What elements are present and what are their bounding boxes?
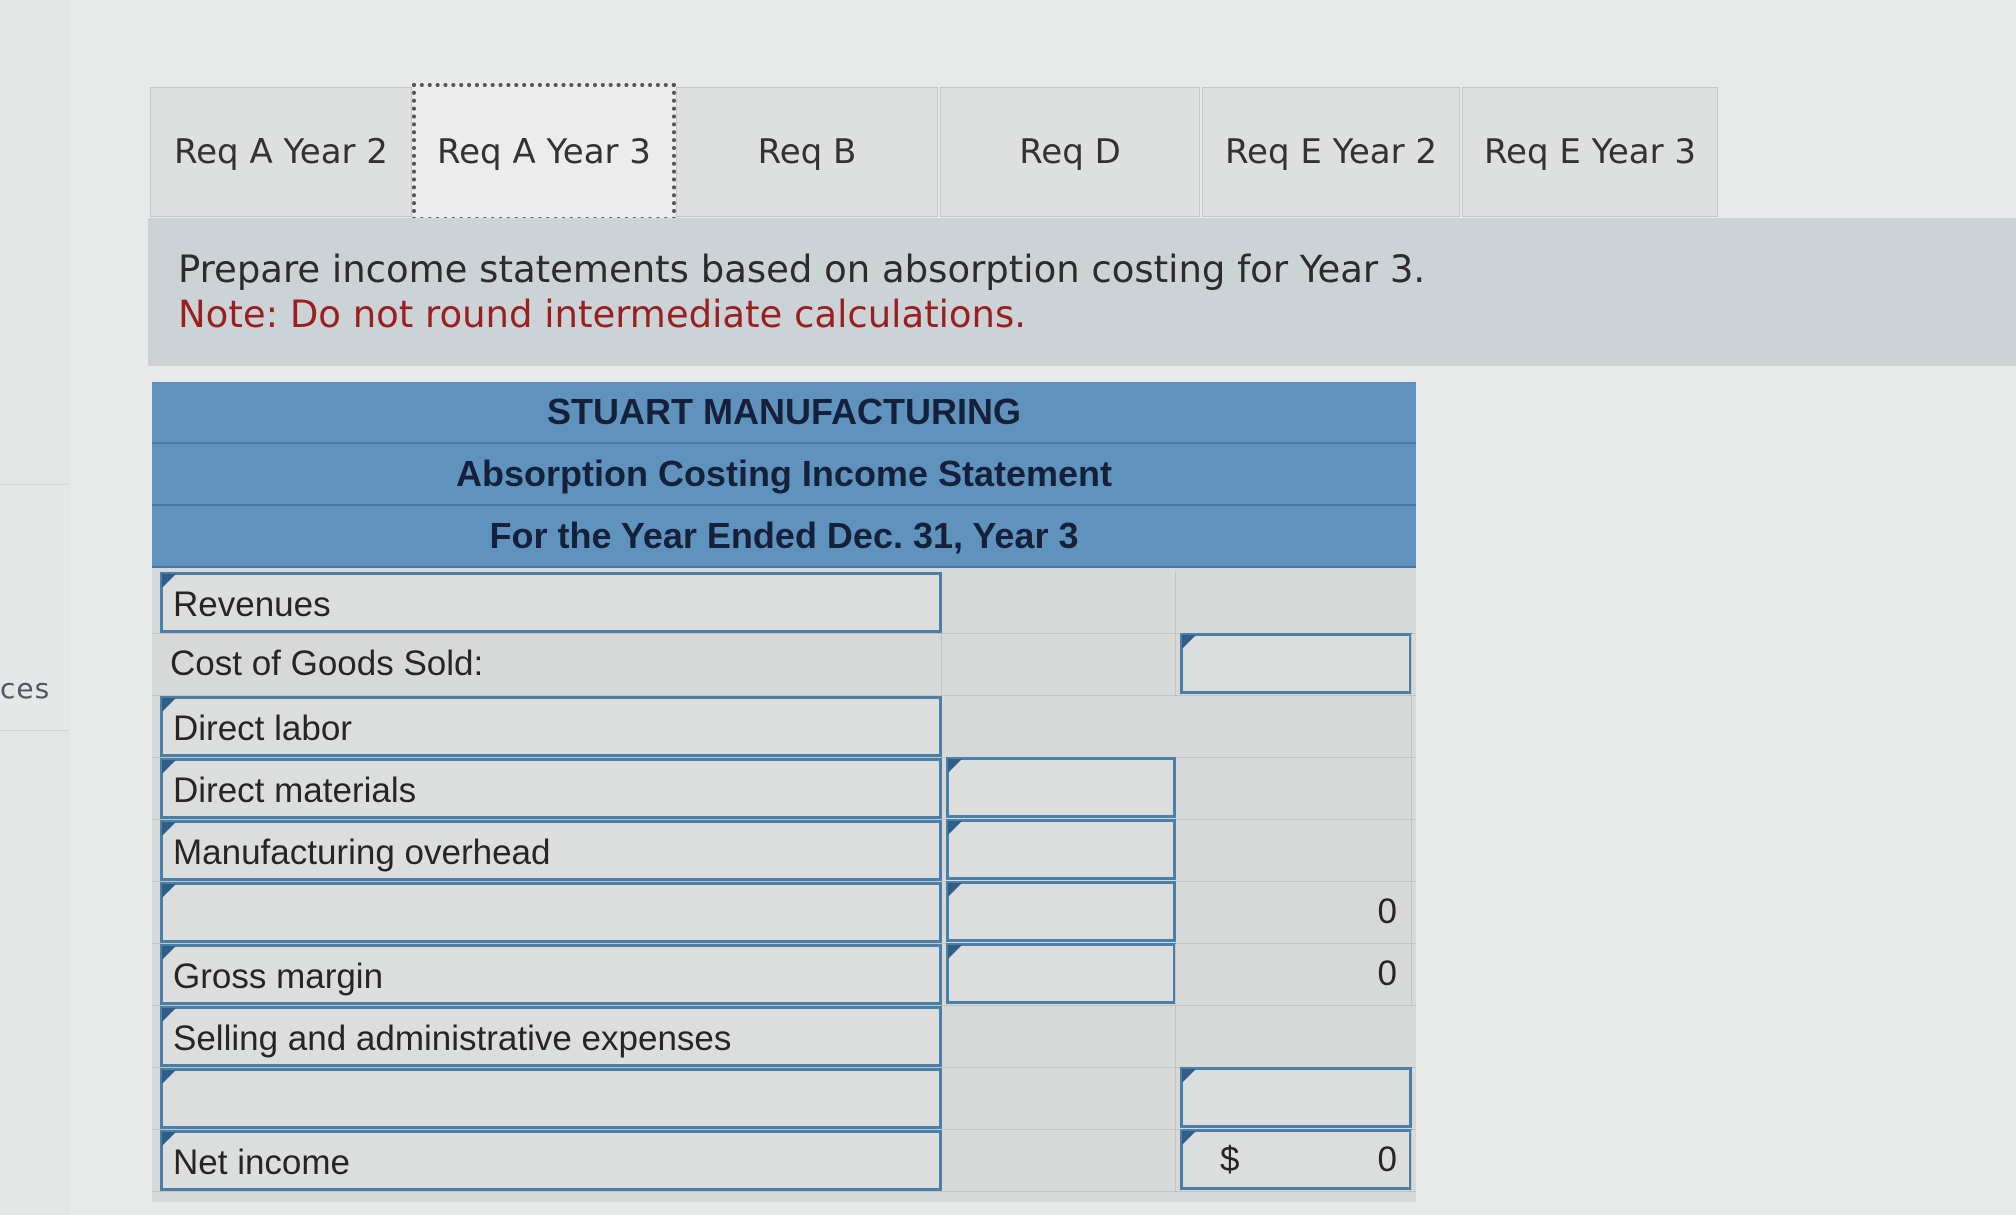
cogs-col2	[946, 634, 1176, 695]
gross-margin-value-cell: 0	[1180, 944, 1412, 1005]
row-cogs-total: 0	[152, 882, 1416, 1004]
row-blank	[152, 1068, 1416, 1190]
row-direct-materials: Direct materials	[152, 758, 1416, 880]
side-label: ces	[0, 672, 51, 705]
tab-req-a-year-2[interactable]: Req A Year 2	[150, 87, 412, 217]
cogs-total-value-cell: 0	[1180, 882, 1412, 943]
row-selling-admin: Selling and administrative expenses	[152, 1006, 1416, 1128]
row-cogs-header: Cost of Goods Sold:	[152, 634, 1416, 696]
tab-req-d[interactable]: Req D	[940, 87, 1200, 217]
direct-labor-col3	[1180, 696, 1412, 757]
cogs-header-cell: Cost of Goods Sold:	[160, 634, 942, 695]
gross-margin-label-field[interactable]: Gross margin	[160, 944, 942, 1005]
direct-materials-label: Direct materials	[173, 771, 417, 810]
overhead-label-field[interactable]: Manufacturing overhead	[160, 820, 942, 881]
direct-materials-label-field[interactable]: Direct materials	[160, 758, 942, 819]
row-manufacturing-overhead: Manufacturing overhead	[152, 820, 1416, 942]
selling-admin-label: Selling and administrative expenses	[173, 1019, 732, 1058]
direct-labor-label-field[interactable]: Direct labor	[160, 696, 942, 757]
gross-margin-value: 0	[1377, 954, 1397, 993]
overhead-col3	[1180, 820, 1412, 881]
tab-bar: Req A Year 2 Req A Year 3 Req B Req D Re…	[150, 83, 1720, 221]
net-income-value-cell: $ 0	[1180, 1130, 1412, 1191]
row-direct-labor: Direct labor	[152, 696, 1416, 818]
net-income-value: 0	[1377, 1140, 1397, 1179]
tab-req-e-year-3[interactable]: Req E Year 3	[1462, 87, 1718, 217]
income-statement: STUART MANUFACTURING Absorption Costing …	[152, 382, 1416, 1202]
cogs-total-label-field[interactable]	[160, 882, 942, 943]
selling-admin-col2	[946, 1006, 1176, 1067]
selling-admin-label-field[interactable]: Selling and administrative expenses	[160, 1006, 942, 1067]
tab-req-e-year-2[interactable]: Req E Year 2	[1202, 87, 1460, 217]
gross-margin-label: Gross margin	[173, 957, 384, 996]
cogs-col3	[1180, 634, 1412, 695]
blank-col2	[946, 1068, 1176, 1129]
row-revenues: Revenues	[152, 572, 1416, 694]
row-gross-margin: Gross margin 0	[152, 944, 1416, 1006]
company-name: STUART MANUFACTURING	[152, 382, 1416, 444]
revenues-label-field[interactable]: Revenues	[160, 572, 942, 633]
currency-symbol: $	[1220, 1140, 1240, 1179]
instructions-panel: Prepare income statements based on absor…	[148, 218, 2016, 366]
instruction-note: Note: Do not round intermediate calculat…	[178, 293, 1027, 336]
instruction-text: Prepare income statements based on absor…	[178, 248, 1426, 291]
blank-label-field[interactable]	[160, 1068, 942, 1129]
statement-title: Absorption Costing Income Statement	[152, 444, 1416, 506]
tab-req-a-year-3[interactable]: Req A Year 3	[412, 83, 676, 221]
net-income-label-field[interactable]: Net income	[160, 1130, 942, 1191]
gross-margin-col2	[946, 944, 1176, 1005]
net-income-label: Net income	[173, 1143, 351, 1182]
statement-period: For the Year Ended Dec. 31, Year 3	[152, 506, 1416, 568]
direct-materials-col3	[1180, 758, 1412, 819]
cogs-total-value: 0	[1377, 892, 1397, 931]
cogs-header-label: Cost of Goods Sold:	[170, 644, 484, 683]
direct-labor-label: Direct labor	[173, 709, 352, 748]
tab-req-b[interactable]: Req B	[676, 87, 938, 217]
net-income-col2	[946, 1130, 1176, 1191]
revenues-label: Revenues	[173, 585, 331, 624]
overhead-label: Manufacturing overhead	[173, 833, 551, 872]
revenues-col2	[946, 572, 1176, 633]
row-net-income: Net income $ 0	[152, 1130, 1416, 1192]
